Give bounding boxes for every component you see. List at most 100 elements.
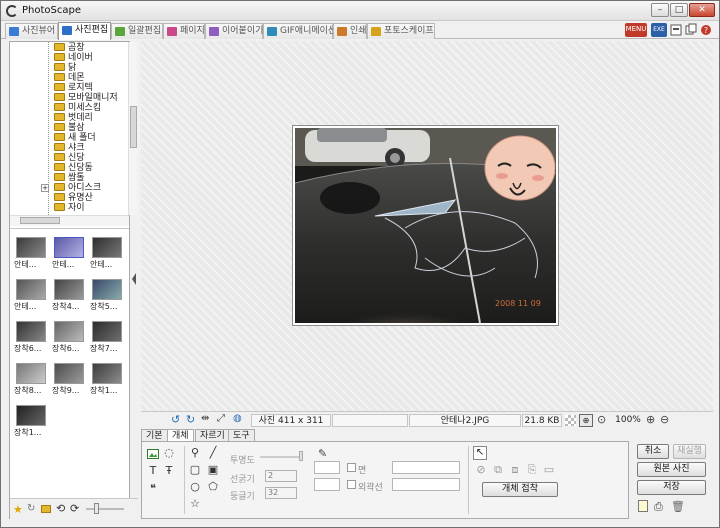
tab-photoscape[interactable]: 포토스케이프 — [367, 23, 435, 39]
thumbnail[interactable]: 장착7... — [90, 321, 124, 354]
back-icon[interactable]: ⟲ — [56, 502, 65, 515]
text-icon[interactable]: T — [146, 465, 160, 479]
original-photo-button[interactable]: 원본 사진 — [637, 462, 706, 477]
thumbnail[interactable]: 장착8... — [14, 363, 48, 396]
face-color-dropdown[interactable] — [314, 461, 340, 474]
thumbnail[interactable]: 장착1... — [14, 405, 48, 438]
star-icon[interactable]: ☆ — [188, 498, 202, 512]
open-folder-icon[interactable] — [41, 505, 51, 513]
thumbnail[interactable]: 안테... — [90, 237, 124, 270]
delete-object-icon[interactable]: ⊘ — [474, 464, 488, 478]
thumbnail[interactable]: 안테... — [14, 237, 48, 270]
tree-item[interactable]: 신당동 — [54, 163, 93, 173]
tree-horizontal-scrollbar[interactable] — [10, 215, 129, 226]
tree-item[interactable]: 네이버 — [54, 53, 93, 63]
select-pointer-icon[interactable]: ↖ — [473, 446, 487, 460]
properties-icon[interactable]: ▭ — [542, 464, 556, 478]
zoom-in-icon[interactable]: ⊕ — [646, 413, 655, 426]
tree-item[interactable]: 닭 — [54, 63, 76, 73]
maximize-button[interactable]: □ — [670, 3, 688, 17]
round-input[interactable]: 32 — [265, 487, 297, 499]
text-style-icon[interactable]: Ŧ — [162, 465, 176, 479]
opacity-slider[interactable] — [260, 456, 302, 458]
tree-item[interactable]: 모바일매니저 — [54, 93, 118, 103]
exe-button[interactable]: EXE — [651, 23, 667, 37]
tree-item[interactable]: 자이 — [54, 203, 85, 213]
thumbnail[interactable]: 장착6... — [14, 321, 48, 354]
magic-wand-icon[interactable]: ⚲ — [188, 447, 202, 461]
quote-icon[interactable]: ❝ — [146, 483, 160, 497]
tree-item[interactable]: 유명산 — [54, 193, 93, 203]
thumbnail-size-slider[interactable] — [86, 508, 124, 510]
send-back-icon[interactable]: ⧈ — [508, 464, 522, 478]
rounded-rectangle-icon[interactable]: ▣ — [206, 464, 220, 478]
tree-item[interactable]: 신당 — [54, 153, 85, 163]
thumbnail[interactable]: 장착4... — [52, 279, 86, 312]
thumbnail[interactable]: 안테... — [14, 279, 48, 312]
tab-viewer[interactable]: 사진뷰어 — [5, 23, 58, 39]
line-icon[interactable]: ╱ — [206, 447, 220, 461]
redo-button[interactable]: 재실행 — [673, 444, 706, 459]
tab-print[interactable]: 인쇄 — [333, 23, 367, 39]
duplicate-icon[interactable]: ⎘ — [525, 464, 539, 478]
slider-handle[interactable] — [94, 503, 99, 514]
refresh-icon[interactable]: ↻ — [27, 503, 35, 514]
outline-color-dropdown[interactable] — [314, 478, 340, 491]
rotate-right-icon[interactable]: ↻ — [186, 413, 195, 426]
eyedropper-icon[interactable]: ✎ — [318, 447, 327, 460]
line-width-input[interactable]: 2 — [265, 470, 297, 482]
resize-icon[interactable]: ⤢ — [217, 413, 225, 424]
close-button[interactable]: ✕ — [689, 3, 715, 17]
minimize-button[interactable]: – — [651, 3, 669, 17]
tab-batch[interactable]: 일괄편집 — [111, 23, 163, 39]
outline-checkbox[interactable] — [347, 480, 356, 489]
tree-item[interactable]: 로지텍 — [54, 83, 93, 93]
panel-splitter[interactable] — [132, 249, 137, 309]
tree-item[interactable]: 데몬 — [54, 73, 85, 83]
rotate-left-icon[interactable]: ↺ — [171, 413, 180, 426]
new-document-icon[interactable] — [638, 500, 648, 512]
photo-insert-icon[interactable] — [146, 448, 160, 462]
help-icon[interactable]: ? — [700, 23, 712, 37]
save-button[interactable]: 저장 — [637, 480, 706, 495]
tree-item[interactable]: + 아디스크 — [41, 183, 101, 193]
tab-page[interactable]: 페이지 — [163, 23, 205, 39]
circle-icon[interactable]: ○ — [188, 481, 202, 495]
tree-item[interactable]: 곰창 — [54, 43, 85, 53]
outline-style-dropdown[interactable] — [392, 478, 460, 491]
trash-icon[interactable]: 🗑 — [671, 500, 685, 513]
tree-item[interactable]: 새 폴더 — [54, 133, 96, 143]
rectangle-icon[interactable]: ▢ — [188, 464, 202, 478]
thumbnail[interactable]: 장착5... — [90, 279, 124, 312]
thumbnail[interactable]: 장착9... — [52, 363, 86, 396]
window-icon[interactable] — [685, 23, 697, 37]
pentagon-icon[interactable]: ⬠ — [206, 481, 220, 495]
face-style-dropdown[interactable] — [392, 461, 460, 474]
tree-item[interactable]: 쌈톨 — [54, 173, 85, 183]
tree-item[interactable]: 불삼 — [54, 123, 85, 133]
tree-item[interactable]: 샤크 — [54, 143, 85, 153]
thumbnail[interactable]: 안테... — [52, 237, 86, 270]
flip-icon[interactable]: ⇹ — [201, 413, 209, 424]
tab-gif[interactable]: GIF애니메이션 — [263, 23, 336, 39]
expand-icon[interactable]: + — [41, 184, 49, 192]
zoom-actual-icon[interactable]: ⊙ — [597, 413, 606, 426]
thumbnail[interactable]: 장착1... — [90, 363, 124, 396]
tab-editor[interactable]: 사진편집 — [58, 22, 111, 40]
cancel-button[interactable]: 취소 — [637, 444, 669, 459]
tab-combine[interactable]: 이어붙이기 — [205, 23, 263, 39]
transparency-icon[interactable] — [565, 415, 576, 426]
tree-item[interactable]: 벗데리 — [54, 113, 93, 123]
tree-item[interactable]: 미세스킴 — [54, 103, 101, 113]
tree-vertical-scrollbar[interactable] — [128, 42, 138, 215]
forward-icon[interactable]: ⟳ — [70, 502, 79, 515]
object-attach-button[interactable]: 개체 접착 — [482, 482, 558, 497]
print-icon[interactable]: ⎙ — [654, 500, 663, 514]
opacity-slider-handle[interactable] — [299, 451, 303, 461]
speech-bubble-icon[interactable]: ◌ — [162, 447, 176, 461]
thumbnail[interactable]: 장착6... — [52, 321, 86, 354]
scroll-thumb[interactable] — [130, 106, 137, 148]
menu-button[interactable]: MENU — [625, 23, 647, 37]
favorite-icon[interactable]: ★ — [13, 503, 23, 516]
photo[interactable]: 2008 11 09 — [295, 128, 556, 323]
